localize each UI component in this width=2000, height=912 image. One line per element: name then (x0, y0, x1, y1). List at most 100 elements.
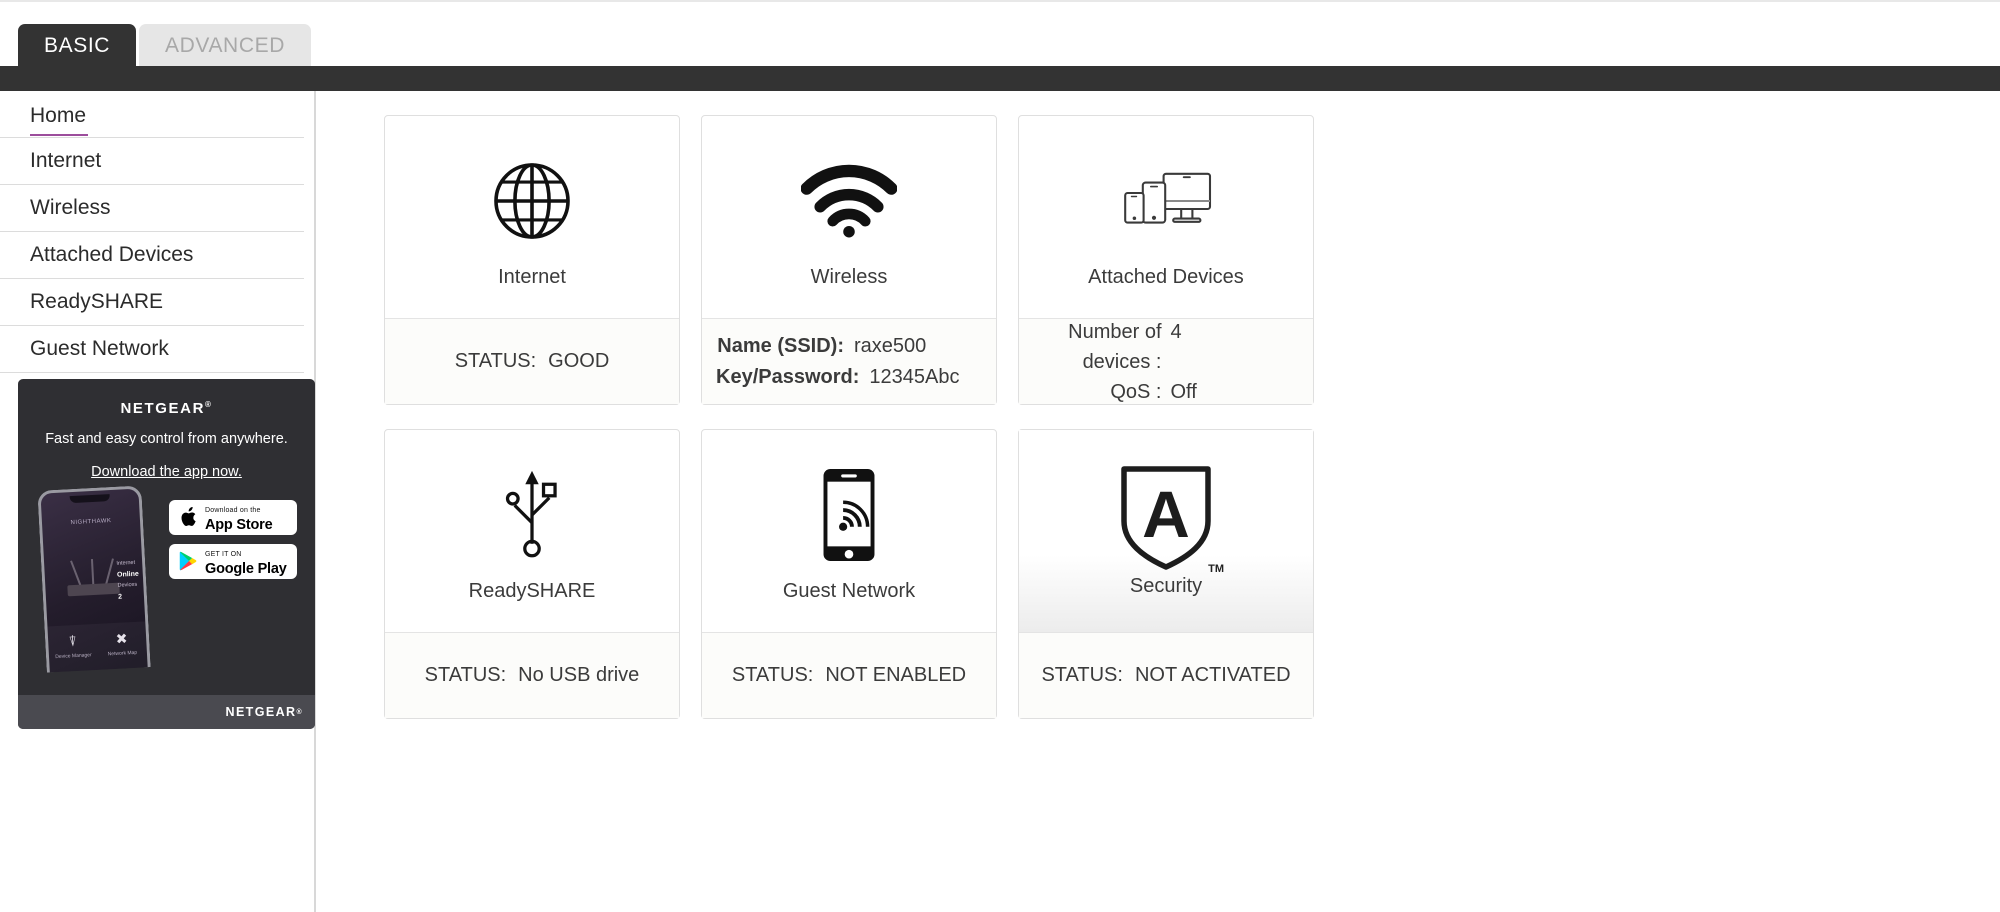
promo-footer-trademark: ® (296, 708, 303, 716)
card-security-footer: STATUS: NOT ACTIVATED (1019, 632, 1313, 718)
readyshare-status: STATUS: No USB drive (425, 664, 640, 687)
tab-basic-label: BASIC (44, 34, 111, 57)
sidebar-item-internet[interactable]: Internet (0, 138, 304, 185)
device-count-value: 4 (1170, 320, 1182, 343)
promo-footer-brand: NETGEAR (225, 705, 297, 719)
readyshare-status-label: STATUS: (424, 664, 507, 686)
devices-icon (1114, 142, 1218, 260)
tab-advanced[interactable]: ADVANCED (139, 24, 311, 68)
card-internet-footer: STATUS: GOOD (385, 318, 679, 404)
phone-nav-label: Device Manager (55, 651, 92, 660)
guest-network-status-label: STATUS: (731, 664, 814, 686)
phone-nav-network-map: ✖ Network Map (96, 621, 147, 670)
wireless-password-row: Key/Password: 12345Abc (702, 362, 996, 393)
sidebar-item-attached-devices[interactable]: Attached Devices (0, 232, 304, 279)
card-guest-network[interactable]: Guest Network STATUS: NOT ENABLED (701, 429, 997, 719)
card-attached-devices-footer: Number of devices : 4 QoS : Off (1019, 318, 1313, 404)
tab-basic[interactable]: BASIC (18, 24, 137, 68)
internet-status-label: STATUS: (454, 350, 537, 372)
promo-body: NIGHTHAWK Internet Online Devices 2 ⍒ De… (18, 485, 315, 673)
phone-status-label: Internet (116, 559, 136, 567)
qos-label: QoS : (1110, 380, 1162, 403)
sidebar-item-wireless[interactable]: Wireless (0, 185, 304, 232)
sidebar-item-readyshare[interactable]: ReadySHARE (0, 279, 304, 326)
phone-wifi-icon (818, 456, 880, 574)
apple-icon (176, 507, 200, 527)
usb-icon (501, 456, 563, 574)
app-promo-panel: NETGEAR® Fast and easy control from anyw… (18, 379, 315, 729)
card-readyshare-label: ReadySHARE (468, 579, 596, 602)
phone-notch (69, 493, 110, 503)
armor-shield-icon: A TM (1114, 461, 1224, 579)
app-store-text: Download on the App Store (205, 500, 273, 534)
card-guest-network-label: Guest Network (782, 579, 916, 602)
antenna-icon (105, 558, 114, 584)
card-guest-network-footer: STATUS: NOT ENABLED (702, 632, 996, 718)
wireless-ssid-row: Name (SSID): raxe500 (702, 331, 996, 362)
phone-nav-label: Network Map (107, 649, 138, 658)
dashboard-card-grid: Internet STATUS: GOOD Wireless Name (SSID… (384, 115, 1314, 719)
card-internet-label: Internet (498, 265, 566, 288)
promo-brand-text: NETGEAR (120, 400, 206, 417)
phone-mockup: NIGHTHAWK Internet Online Devices 2 ⍒ De… (37, 485, 151, 673)
tab-advanced-label: ADVANCED (165, 34, 285, 57)
store-badges: Download on the App Store GET IT ON Goog… (169, 499, 297, 588)
phone-status-readout: Internet Online Devices 2 (116, 558, 140, 604)
device-count-label: Number of devices : (1068, 320, 1162, 373)
antenna-icon (90, 558, 95, 585)
security-trademark: TM (1208, 562, 1224, 575)
google-play-badge[interactable]: GET IT ON Google Play (169, 543, 297, 579)
google-play-icon (176, 551, 200, 571)
phone-app-title: NIGHTHAWK (70, 517, 112, 526)
sidebar: Home Internet Wireless Attached Devices … (0, 91, 316, 912)
card-readyshare[interactable]: ReadySHARE STATUS: No USB drive (384, 429, 680, 719)
card-readyshare-footer: STATUS: No USB drive (385, 632, 679, 718)
sidebar-item-label: ReadySHARE (30, 290, 164, 313)
svg-text:A: A (1142, 477, 1190, 551)
wireless-password-value: 12345Abc (869, 365, 960, 388)
card-attached-devices-label: Attached Devices (1088, 265, 1244, 288)
card-security[interactable]: A TM Security STATUS: NOT ACTIVATED (1018, 429, 1314, 719)
device-manager-icon: ⍒ (68, 632, 78, 650)
card-attached-devices[interactable]: Attached Devices Number of devices : 4 Q… (1018, 115, 1314, 405)
readyshare-status-value: No USB drive (518, 664, 640, 686)
security-status-label: STATUS: (1041, 664, 1123, 686)
wireless-password-label: Key/Password: (716, 365, 860, 388)
antenna-icon (70, 560, 82, 586)
device-count-row: Number of devices : 4 (1019, 317, 1313, 377)
sidebar-item-label: Attached Devices (30, 243, 194, 266)
sidebar-item-label: Guest Network (30, 337, 169, 360)
globe-icon (487, 142, 577, 260)
sidebar-item-guest-network[interactable]: Guest Network (0, 326, 304, 373)
card-wireless-body: Wireless (702, 116, 996, 318)
google-play-text: GET IT ON Google Play (205, 544, 287, 578)
security-status-value: NOT ACTIVATED (1134, 664, 1291, 686)
phone-devices-label: Devices (117, 581, 138, 589)
card-wireless-footer: Name (SSID): raxe500 Key/Password: 12345… (702, 318, 996, 404)
app-store-badge[interactable]: Download on the App Store (169, 499, 297, 535)
wifi-icon (801, 142, 897, 260)
card-internet[interactable]: Internet STATUS: GOOD (384, 115, 680, 405)
security-status: STATUS: NOT ACTIVATED (1041, 664, 1290, 687)
network-map-icon: ✖ (115, 630, 128, 647)
tab-group: BASIC ADVANCED (18, 24, 311, 68)
promo-footer-logo: NETGEAR ® (18, 695, 315, 729)
card-security-body: A TM Security (1019, 430, 1313, 632)
qos-value: Off (1170, 380, 1197, 403)
header-dark-strip (0, 66, 2000, 91)
sidebar-item-label: Internet (30, 149, 102, 172)
internet-status-value: GOOD (548, 350, 610, 372)
app-store-big-label: App Store (205, 517, 273, 534)
top-tab-bar: BASIC ADVANCED (0, 0, 2000, 68)
router-body (67, 582, 120, 597)
phone-devices-value: 2 (118, 593, 123, 601)
card-wireless[interactable]: Wireless Name (SSID): raxe500 Key/Passwo… (701, 115, 997, 405)
google-play-big-label: Google Play (205, 561, 287, 578)
promo-netgear-logo: NETGEAR® (18, 400, 315, 417)
guest-network-status-value: NOT ENABLED (825, 664, 967, 686)
download-app-link[interactable]: Download the app now. (18, 464, 315, 480)
wireless-ssid-label: Name (SSID): (717, 334, 844, 357)
card-wireless-label: Wireless (810, 265, 888, 288)
promo-trademark: ® (205, 400, 213, 409)
sidebar-item-home[interactable]: Home (0, 91, 304, 138)
